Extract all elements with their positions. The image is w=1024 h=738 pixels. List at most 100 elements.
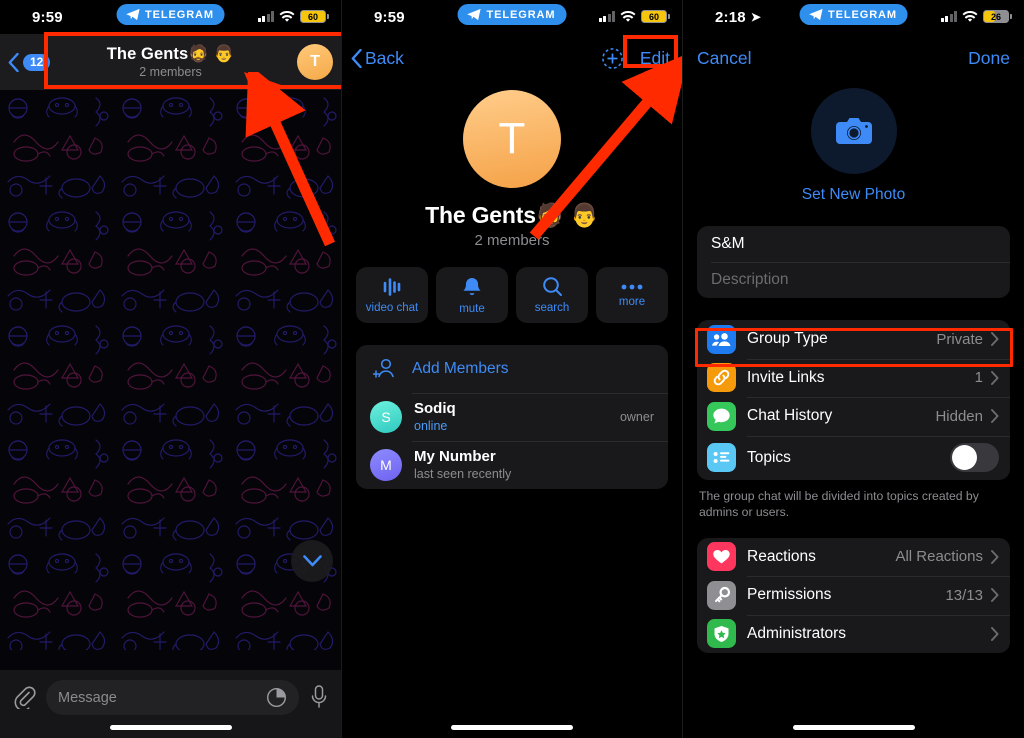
description-field[interactable]: Description [697, 262, 1010, 298]
microphone-icon[interactable] [309, 684, 329, 710]
action-mute[interactable]: mute [436, 267, 508, 323]
add-person-icon[interactable] [601, 47, 624, 70]
back-button[interactable]: 12 [0, 52, 51, 72]
battery-level: 60 [307, 11, 318, 22]
cellular-signal-icon [940, 11, 957, 22]
chevron-left-icon [351, 48, 362, 68]
setting-row-group-type[interactable]: Group Type Private [697, 320, 1010, 359]
setting-row-chat-history[interactable]: Chat History Hidden [697, 397, 1010, 436]
people-icon [707, 324, 736, 354]
waveform-icon [383, 277, 401, 296]
status-bar-1: 9:59 TELEGRAM 60 [0, 0, 341, 34]
set-photo-label[interactable]: Set New Photo [683, 186, 1024, 204]
add-members-row[interactable]: Add Members [356, 345, 668, 393]
wifi-icon [620, 10, 636, 22]
setting-label: Permissions [747, 586, 832, 604]
name-description-group: S&M Description [697, 226, 1010, 298]
member-role: owner [619, 410, 654, 424]
group-avatar[interactable]: T [463, 90, 561, 188]
shield-star-icon [707, 619, 736, 649]
panel-group-profile: 9:59 TELEGRAM 60 Back Edit T The Gents🧔 … [341, 0, 683, 738]
status-indicators-2: 60 [598, 10, 670, 23]
battery-level: 60 [648, 11, 659, 22]
member-avatar: M [370, 449, 402, 481]
panel-chat: 9:59 TELEGRAM 60 12 The Gents🧔 👨 2 membe… [0, 0, 341, 738]
status-bar-2: 9:59 TELEGRAM 60 [342, 0, 682, 34]
topics-toggle[interactable] [950, 443, 999, 472]
list-icon [707, 443, 736, 472]
member-row[interactable]: S Sodiq online owner [356, 393, 668, 441]
setting-row-topics[interactable]: Topics [697, 435, 1010, 480]
chat-title: The Gents🧔 👨 [106, 45, 235, 63]
location-arrow-icon: ➤ [750, 10, 762, 24]
sticker-icon[interactable] [266, 687, 287, 708]
setting-label: Invite Links [747, 368, 825, 386]
group-name-field[interactable]: S&M [697, 226, 1010, 262]
setting-value: All Reactions [895, 548, 983, 566]
back-button[interactable]: Back [342, 48, 404, 69]
wifi-icon [279, 10, 295, 22]
screenshot-root: 9:59 TELEGRAM 60 12 The Gents🧔 👨 2 membe… [0, 0, 1024, 738]
telegram-brand-pill: TELEGRAM [457, 4, 567, 25]
edit-nav-bar: Cancel Done [683, 34, 1024, 82]
group-name: The Gents🧔 👨 [425, 202, 599, 228]
battery-icon: 60 [641, 10, 670, 23]
message-placeholder: Message [58, 689, 117, 706]
home-indicator-2 [451, 725, 573, 730]
member-name: Sodiq [414, 399, 456, 417]
group-name-value: S&M [711, 235, 745, 252]
action-video-chat[interactable]: video chat [356, 267, 428, 323]
chat-avatar[interactable]: T [297, 44, 333, 80]
chat-subtitle: 2 members [139, 65, 202, 79]
battery-level: 26 [990, 11, 1001, 22]
link-icon [707, 363, 736, 393]
cancel-button[interactable]: Cancel [697, 48, 751, 69]
action-more[interactable]: more [596, 267, 668, 323]
done-button[interactable]: Done [968, 48, 1010, 69]
members-card: Add Members S Sodiq online owner M My Nu… [356, 345, 668, 489]
message-input[interactable]: Message [46, 680, 299, 715]
action-search[interactable]: search [516, 267, 588, 323]
setting-row-reactions[interactable]: Reactions All Reactions [697, 538, 1010, 577]
action-label: mute [459, 302, 485, 315]
member-row[interactable]: M My Number last seen recently [356, 441, 668, 489]
status-indicators-3: 26 [940, 10, 1012, 23]
status-time: 2:18 ➤ [715, 9, 762, 26]
unread-badge: 12 [23, 53, 51, 71]
chat-wallpaper [0, 90, 341, 670]
member-avatar: S [370, 401, 402, 433]
paperclip-icon[interactable] [12, 685, 36, 709]
action-label: search [534, 302, 570, 314]
battery-icon: 60 [300, 10, 329, 23]
chevron-right-icon [991, 409, 999, 424]
paper-plane-icon [125, 8, 140, 21]
add-person-outline-icon [370, 358, 400, 380]
member-status: online [414, 419, 448, 434]
action-label: more [618, 295, 646, 308]
battery-icon: 26 [983, 10, 1012, 23]
scroll-to-bottom-button[interactable] [291, 540, 333, 582]
chat-header[interactable]: 12 The Gents🧔 👨 2 members T [0, 34, 341, 90]
doodle-pattern [0, 90, 341, 650]
settings-group-2: Reactions All Reactions Permissions 13/1… [697, 537, 1010, 654]
status-indicators-1: 60 [257, 10, 329, 23]
telegram-brand-pill: TELEGRAM [116, 4, 225, 25]
chat-title-block: The Gents🧔 👨 2 members [0, 45, 341, 79]
chevron-right-icon [991, 370, 999, 385]
setting-row-permissions[interactable]: Permissions 13/13 [697, 576, 1010, 615]
magnifier-icon [542, 277, 562, 296]
chevron-right-icon [991, 626, 999, 641]
brand-label: TELEGRAM [828, 8, 897, 21]
edit-button[interactable]: Edit [636, 46, 674, 71]
paper-plane-icon [467, 8, 481, 21]
set-photo-button[interactable] [810, 88, 897, 174]
setting-label: Chat History [747, 407, 833, 425]
profile-nav-bar: Back Edit [342, 34, 682, 82]
setting-row-invite-links[interactable]: Invite Links 1 [697, 358, 1010, 398]
status-time: 9:59 [32, 9, 63, 26]
setting-label: Reactions [747, 547, 816, 565]
setting-row-administrators[interactable]: Administrators [697, 614, 1010, 654]
home-indicator-1 [109, 725, 232, 730]
chat-bubble-icon [707, 401, 736, 431]
paper-plane-icon [808, 8, 823, 21]
